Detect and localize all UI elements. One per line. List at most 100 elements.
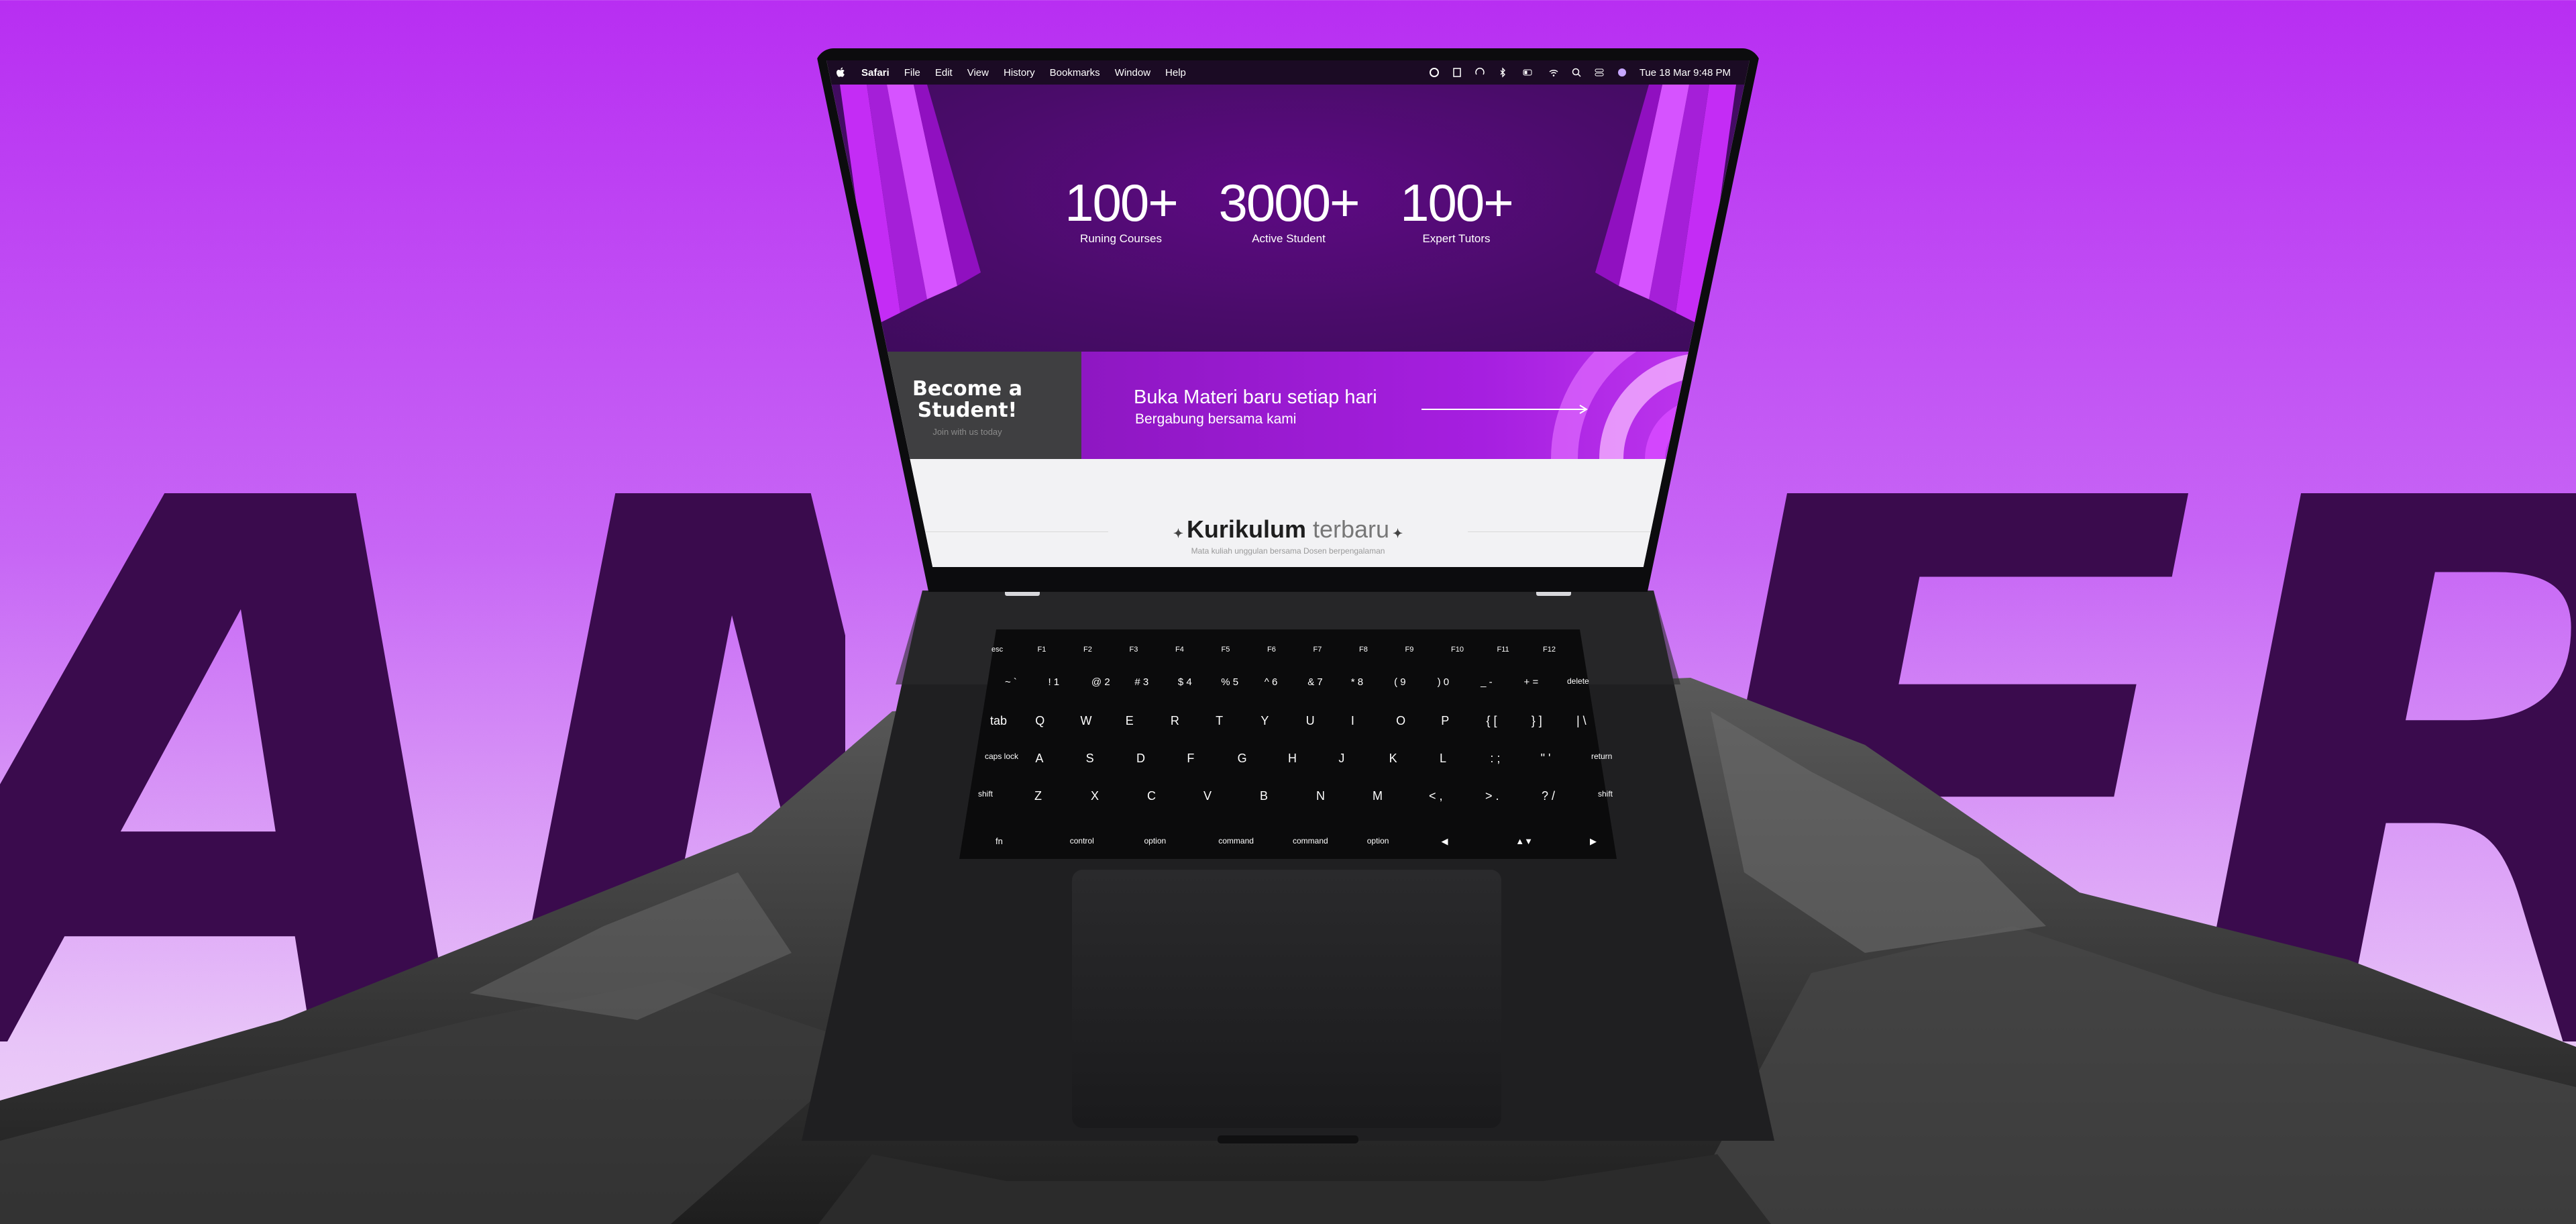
key-num-2[interactable]: @ 2	[1091, 676, 1110, 688]
key-bottom-7[interactable]: ▲▼	[1515, 836, 1533, 846]
key-num-0[interactable]: ~ `	[1005, 676, 1017, 688]
key-fn-11[interactable]: F11	[1497, 646, 1509, 654]
join-banner[interactable]: Buka Materi baru setiap hari Bergabung b…	[1081, 352, 1750, 459]
menu-edit[interactable]: Edit	[935, 67, 953, 79]
menu-clock[interactable]: Tue 18 Mar 9:48 PM	[1640, 67, 1731, 79]
key-a-8[interactable]: K	[1389, 752, 1397, 766]
key-z-10[interactable]: ? /	[1542, 789, 1555, 803]
control-center-icon[interactable]	[1594, 67, 1605, 78]
key-z-6[interactable]: N	[1316, 789, 1325, 803]
key-z-7[interactable]: M	[1373, 789, 1383, 803]
menu-bookmarks[interactable]: Bookmarks	[1050, 67, 1100, 79]
key-num-11[interactable]: _ -	[1481, 676, 1493, 688]
curriculum-title-bold: Kurikulum	[1186, 515, 1306, 543]
key-a-9[interactable]: L	[1440, 752, 1446, 766]
key-z-8[interactable]: < ,	[1429, 789, 1443, 803]
arrow-right-icon[interactable]	[1421, 405, 1589, 414]
key-q-6[interactable]: Y	[1260, 714, 1269, 728]
menu-history[interactable]: History	[1004, 67, 1035, 79]
key-q-13[interactable]: | \	[1576, 714, 1587, 728]
key-num-5[interactable]: % 5	[1221, 676, 1238, 688]
key-q-4[interactable]: R	[1171, 714, 1179, 728]
curriculum-subtitle: Mata kuliah unggulan bersama Dosen berpe…	[1191, 546, 1385, 556]
key-bottom-0[interactable]: fn	[996, 836, 1003, 846]
key-z-3[interactable]: C	[1147, 789, 1156, 803]
key-num-1[interactable]: ! 1	[1048, 676, 1059, 688]
key-q-12[interactable]: } ]	[1532, 714, 1542, 728]
key-num-12[interactable]: + =	[1524, 676, 1539, 688]
key-fn-2[interactable]: F2	[1083, 646, 1092, 654]
key-fn-10[interactable]: F10	[1451, 646, 1464, 654]
key-q-10[interactable]: P	[1441, 714, 1449, 728]
key-bottom-3[interactable]: command	[1218, 836, 1254, 846]
key-fn-3[interactable]: F3	[1130, 646, 1138, 654]
key-z-0[interactable]: shift	[978, 789, 993, 799]
key-a-3[interactable]: D	[1136, 752, 1145, 766]
key-q-8[interactable]: I	[1351, 714, 1354, 728]
key-num-8[interactable]: * 8	[1351, 676, 1363, 688]
menu-view[interactable]: View	[967, 67, 989, 79]
key-fn-12[interactable]: F12	[1543, 646, 1556, 654]
airdrop-icon[interactable]	[1474, 67, 1485, 78]
key-q-5[interactable]: T	[1216, 714, 1223, 728]
trackpad[interactable]	[1072, 870, 1501, 1128]
key-bottom-2[interactable]: option	[1144, 836, 1167, 846]
key-fn-8[interactable]: F8	[1359, 646, 1368, 654]
menu-help[interactable]: Help	[1165, 67, 1186, 79]
key-z-9[interactable]: > .	[1485, 789, 1499, 803]
key-a-2[interactable]: S	[1086, 752, 1094, 766]
key-fn-4[interactable]: F4	[1175, 646, 1184, 654]
key-z-2[interactable]: X	[1091, 789, 1099, 803]
key-fn-5[interactable]: F5	[1222, 646, 1230, 654]
curriculum-section: ✦ Kurikulum terbaru ✦ Mata kuliah unggul…	[826, 459, 1750, 567]
key-num-6[interactable]: ^ 6	[1265, 676, 1278, 688]
wifi-icon[interactable]	[1548, 67, 1559, 78]
key-fn-7[interactable]: F7	[1313, 646, 1322, 654]
key-bottom-8[interactable]: ▶	[1590, 836, 1597, 847]
key-a-1[interactable]: A	[1035, 752, 1043, 766]
key-z-5[interactable]: B	[1260, 789, 1268, 803]
key-bottom-5[interactable]: option	[1367, 836, 1389, 846]
key-fn-1[interactable]: F1	[1038, 646, 1046, 654]
key-q-11[interactable]: { [	[1487, 714, 1497, 728]
key-bottom-6[interactable]: ◀	[1442, 836, 1448, 847]
key-fn-9[interactable]: F9	[1405, 646, 1414, 654]
key-a-12[interactable]: return	[1591, 752, 1612, 761]
key-a-10[interactable]: : ;	[1490, 752, 1500, 766]
key-a-11[interactable]: " '	[1541, 752, 1551, 766]
key-q-1[interactable]: Q	[1035, 714, 1044, 728]
key-z-11[interactable]: shift	[1598, 789, 1613, 799]
battery-icon[interactable]	[1520, 67, 1536, 78]
key-q-0[interactable]: tab	[990, 714, 1007, 728]
menu-file[interactable]: File	[904, 67, 920, 79]
bluetooth-icon[interactable]	[1497, 67, 1508, 78]
key-z-1[interactable]: Z	[1034, 789, 1042, 803]
apple-icon[interactable]	[836, 66, 847, 79]
search-icon[interactable]	[1571, 67, 1582, 78]
key-num-10[interactable]: ) 0	[1438, 676, 1450, 688]
key-q-7[interactable]: U	[1306, 714, 1315, 728]
key-num-4[interactable]: $ 4	[1178, 676, 1192, 688]
notes-icon[interactable]	[1452, 67, 1462, 78]
key-a-7[interactable]: J	[1338, 752, 1344, 766]
key-q-9[interactable]: O	[1396, 714, 1405, 728]
key-z-4[interactable]: V	[1203, 789, 1212, 803]
key-a-5[interactable]: G	[1238, 752, 1247, 766]
key-a-6[interactable]: H	[1288, 752, 1297, 766]
key-num-9[interactable]: ( 9	[1394, 676, 1406, 688]
key-num-7[interactable]: & 7	[1307, 676, 1323, 688]
key-q-3[interactable]: E	[1126, 714, 1134, 728]
menu-app-safari[interactable]: Safari	[861, 67, 890, 79]
key-q-2[interactable]: W	[1080, 714, 1091, 728]
menu-window[interactable]: Window	[1115, 67, 1150, 79]
key-num-13[interactable]: delete	[1567, 676, 1589, 686]
key-fn-0[interactable]: esc	[991, 646, 1003, 654]
key-fn-6[interactable]: F6	[1267, 646, 1276, 654]
key-a-4[interactable]: F	[1187, 752, 1194, 766]
key-bottom-1[interactable]: control	[1070, 836, 1094, 846]
key-a-0[interactable]: caps lock	[985, 752, 1018, 761]
key-num-3[interactable]: # 3	[1134, 676, 1148, 688]
circle-icon[interactable]	[1429, 67, 1440, 78]
siri-icon[interactable]	[1617, 67, 1627, 78]
key-bottom-4[interactable]: command	[1293, 836, 1328, 846]
